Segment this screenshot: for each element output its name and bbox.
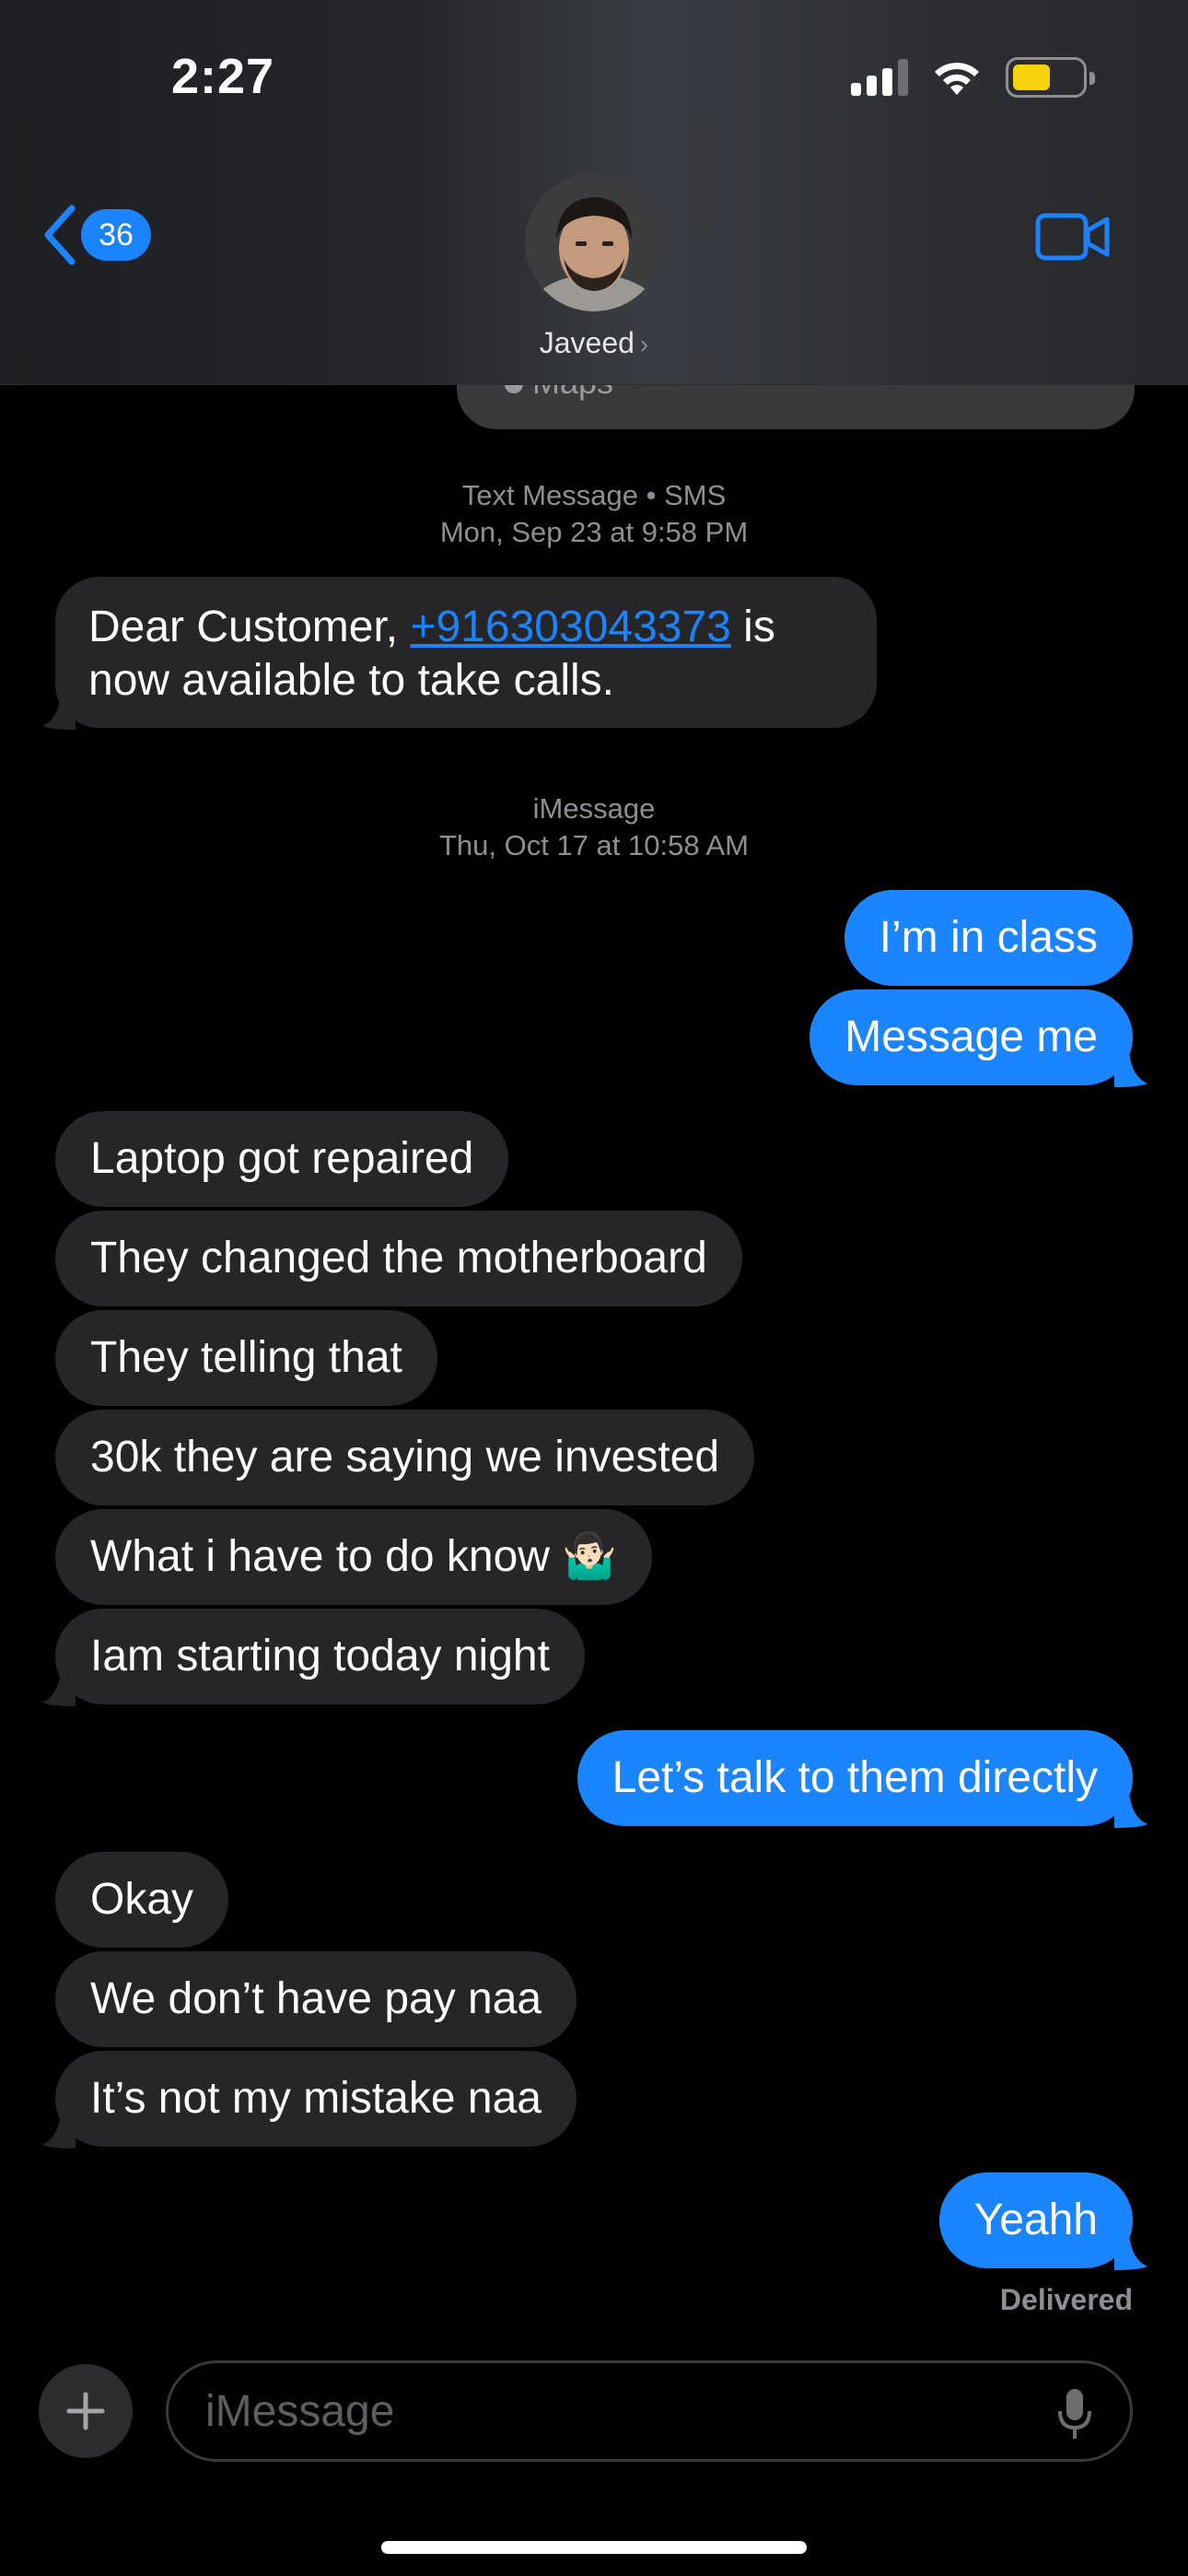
- incoming-message[interactable]: We don’t have pay naa: [55, 1951, 577, 2047]
- avatar-photo: [525, 173, 663, 311]
- delivery-status: Delivered: [999, 2283, 1133, 2316]
- status-time: 2:27: [171, 49, 275, 104]
- outgoing-message[interactable]: Let’s talk to them directly: [577, 1730, 1133, 1826]
- microphone-icon[interactable]: [1056, 2387, 1093, 2441]
- contact-name-button[interactable]: Javeed ›: [0, 326, 1188, 360]
- facetime-video-button[interactable]: [1035, 212, 1111, 266]
- outgoing-message[interactable]: Yeahh: [938, 2172, 1133, 2268]
- wifi-icon: [935, 63, 979, 95]
- battery-icon: [1006, 57, 1095, 98]
- back-button[interactable]: 36: [41, 205, 151, 265]
- timestamp-header: Text Message • SMS Mon, Sep 23 at 9:58 P…: [0, 477, 1188, 551]
- timestamp-header: iMessage Thu, Oct 17 at 10:58 AM: [0, 790, 1188, 864]
- status-icons: [851, 57, 1095, 98]
- incoming-message[interactable]: Okay: [55, 1852, 229, 1948]
- outgoing-message[interactable]: Message me: [809, 989, 1133, 1085]
- outgoing-message[interactable]: I’m in class: [844, 890, 1133, 986]
- apps-plus-button[interactable]: [39, 2364, 133, 2458]
- shrug-emoji: 🤷🏻‍♂️: [562, 1532, 618, 1581]
- incoming-message[interactable]: They telling that: [55, 1310, 437, 1406]
- contact-name: Javeed: [539, 326, 635, 359]
- incoming-message[interactable]: What i have to do know 🤷🏻‍♂️: [55, 1509, 653, 1605]
- bubble-tail: [42, 1669, 76, 1706]
- bubble-tail: [42, 2112, 76, 2149]
- incoming-message[interactable]: Laptop got repaired: [55, 1111, 509, 1207]
- bubble-tail: [42, 693, 76, 730]
- message-input-placeholder: iMessage: [205, 2386, 395, 2436]
- incoming-message[interactable]: Dear Customer, +916303043373 is now avai…: [55, 577, 877, 728]
- incoming-message[interactable]: It’s not my mistake naa: [55, 2051, 577, 2147]
- video-camera-icon: [1035, 213, 1110, 261]
- chevron-right-icon: ›: [639, 330, 649, 358]
- message-input[interactable]: iMessage: [166, 2360, 1133, 2462]
- date-label: Mon, Sep 23 at 9:58 PM: [439, 516, 749, 548]
- contact-avatar[interactable]: [525, 173, 663, 311]
- plus-icon: [66, 2392, 105, 2430]
- incoming-message[interactable]: They changed the motherboard: [55, 1211, 742, 1306]
- home-indicator[interactable]: [381, 2541, 807, 2554]
- chevron-left-icon: [44, 205, 76, 265]
- service-label: iMessage: [532, 792, 656, 825]
- service-label: Text Message • SMS: [461, 479, 727, 511]
- bubble-tail: [1114, 1050, 1147, 1087]
- date-label: Thu, Oct 17 at 10:58 AM: [438, 829, 750, 861]
- bubble-tail: [1114, 1791, 1147, 1828]
- conversation-header: 2:27 36 Javeed ›: [0, 0, 1188, 385]
- bubble-tail: [1114, 2233, 1147, 2270]
- incoming-message[interactable]: Iam starting today night: [55, 1609, 585, 1704]
- unread-count-badge: 36: [81, 209, 151, 261]
- incoming-message[interactable]: 30k they are saying we invested: [55, 1410, 755, 1505]
- phone-number-link[interactable]: +916303043373: [410, 603, 730, 651]
- cellular-signal-icon: [851, 59, 908, 96]
